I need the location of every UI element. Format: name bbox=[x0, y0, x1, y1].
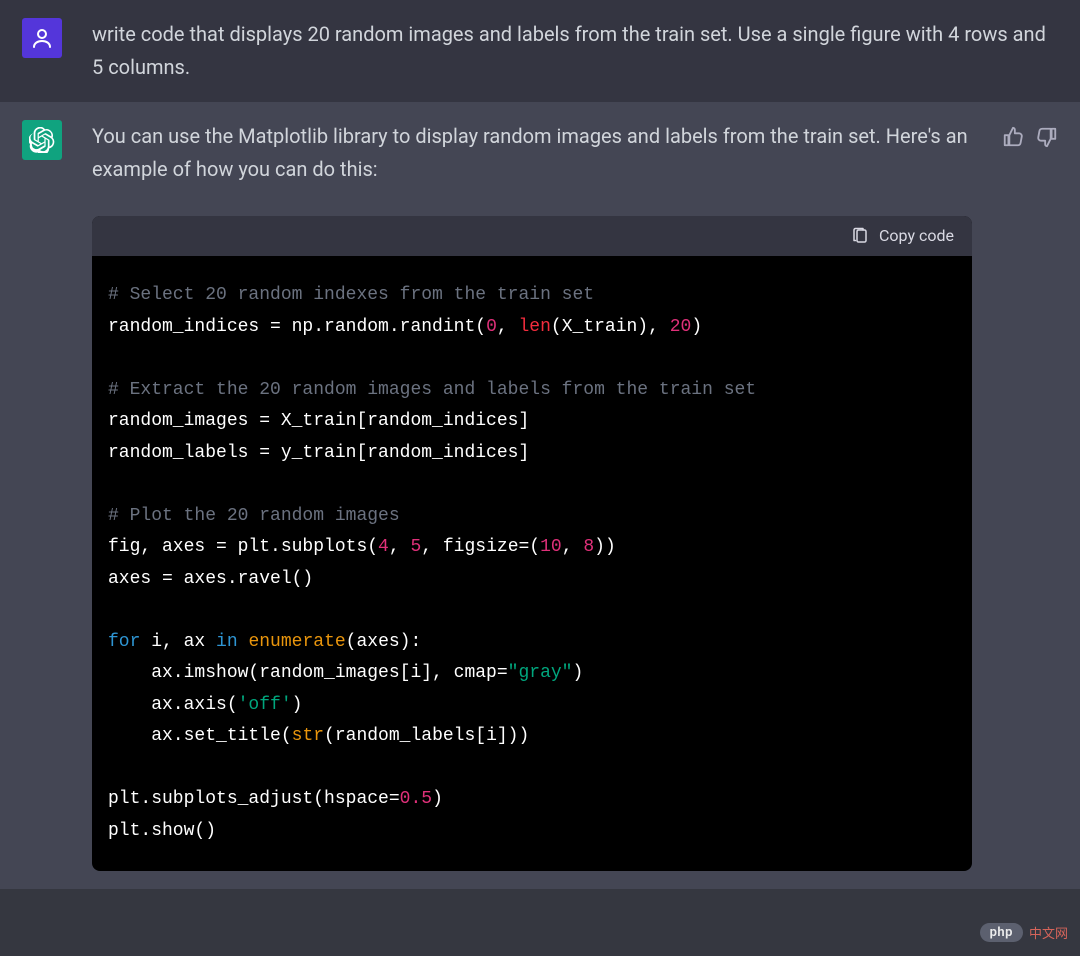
clipboard-icon bbox=[851, 227, 869, 245]
assistant-content: You can use the Matplotlib library to di… bbox=[92, 120, 972, 871]
user-icon bbox=[30, 26, 54, 50]
assistant-avatar bbox=[22, 120, 62, 160]
user-avatar bbox=[22, 18, 62, 58]
copy-code-button[interactable]: Copy code bbox=[92, 216, 972, 256]
code-block: Copy code # Select 20 random indexes fro… bbox=[92, 216, 972, 871]
watermark: php 中文网 bbox=[980, 923, 1068, 942]
copy-code-label: Copy code bbox=[879, 223, 954, 249]
user-prompt: write code that displays 20 random image… bbox=[92, 18, 1058, 84]
assistant-message: You can use the Matplotlib library to di… bbox=[0, 102, 1080, 889]
thumbs-down-icon[interactable] bbox=[1036, 126, 1058, 148]
thumbs-up-icon[interactable] bbox=[1002, 126, 1024, 148]
feedback-buttons bbox=[1002, 120, 1058, 148]
code-content: # Select 20 random indexes from the trai… bbox=[92, 256, 972, 871]
openai-icon bbox=[29, 127, 55, 153]
user-message: write code that displays 20 random image… bbox=[0, 0, 1080, 102]
assistant-intro: You can use the Matplotlib library to di… bbox=[92, 120, 972, 186]
watermark-text: 中文网 bbox=[1029, 923, 1068, 942]
watermark-badge: php bbox=[980, 923, 1023, 942]
